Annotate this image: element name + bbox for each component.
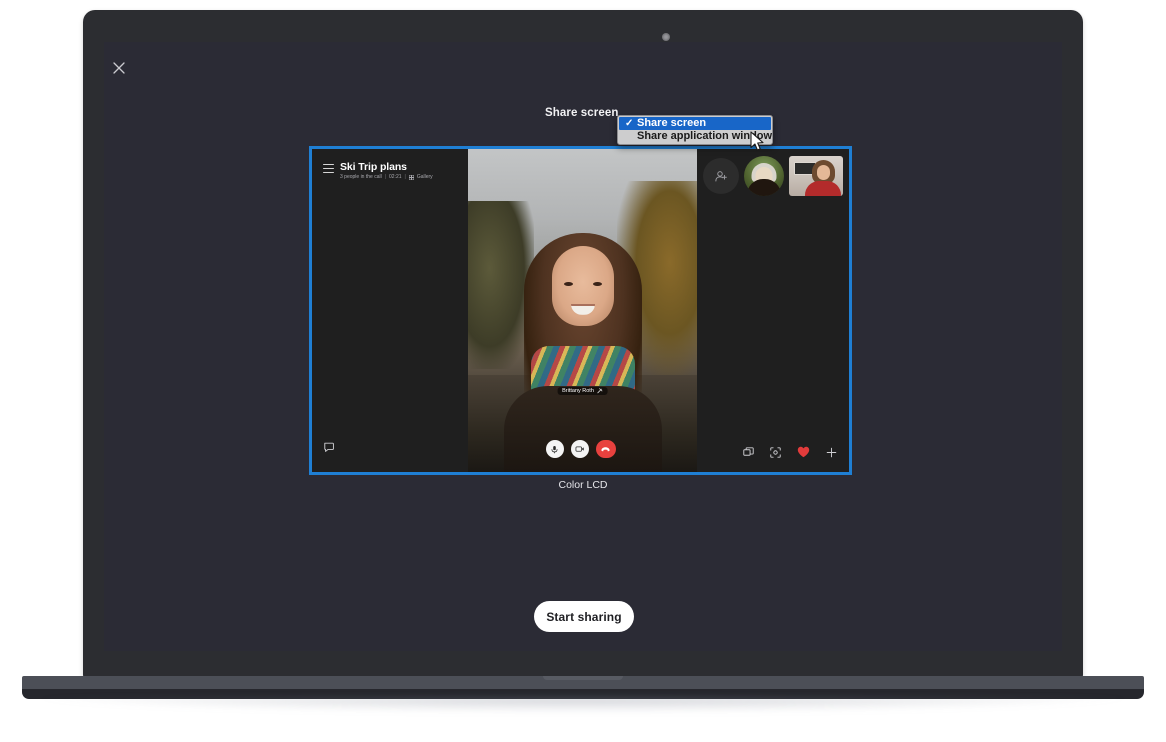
participant-video-tile[interactable] (789, 156, 843, 196)
speaker-name-chip: Brittany Roth (557, 387, 608, 395)
participants-strip (703, 156, 843, 196)
camera-button[interactable] (570, 440, 589, 458)
main-video-feed: Brittany Roth (468, 149, 697, 472)
laptop-base-notch (543, 676, 623, 680)
video-person-smile (570, 303, 595, 315)
add-person-icon (714, 170, 727, 181)
chat-bubble-icon (324, 442, 334, 452)
laptop-shadow (40, 697, 1126, 713)
laptop-screen: Share screen ✓ Share screen Share applic… (104, 42, 1062, 651)
share-source-dropdown[interactable]: ✓ Share screen Share application window (617, 115, 773, 145)
subtitle-separator: | (384, 174, 387, 180)
share-screen-label: Share screen (545, 107, 619, 119)
meeting-header: Ski Trip plans 3 people in the call | 02… (312, 149, 468, 187)
avatar-body (747, 179, 781, 196)
add-people-button[interactable] (703, 158, 739, 194)
secondary-controls-bar (743, 446, 837, 458)
subtitle-separator: | (404, 174, 406, 180)
heart-icon[interactable] (797, 446, 810, 458)
tile-person-body (805, 181, 841, 196)
participants-count-label: 3 people in the call (340, 174, 382, 180)
gallery-layout-icon (408, 174, 414, 180)
participant-avatar[interactable] (744, 156, 784, 196)
monitor-name-label: Color LCD (558, 479, 608, 491)
elapsed-time-label: 02:21 (389, 174, 402, 180)
plus-icon[interactable] (826, 447, 837, 458)
end-call-icon (601, 446, 610, 451)
hamburger-menu-icon[interactable] (323, 164, 334, 175)
meeting-subtitle: 3 people in the call | 02:21 | Gallery (340, 174, 433, 180)
meeting-title: Ski Trip plans (340, 161, 407, 173)
pin-icon (597, 388, 603, 394)
screenshot-root: Share screen ✓ Share screen Share applic… (0, 0, 1166, 742)
teams-meeting-preview: Brittany Roth Ski Trip plans 3 people in… (312, 149, 849, 472)
close-button[interactable] (109, 58, 129, 78)
end-call-button[interactable] (595, 440, 616, 458)
dropdown-option-share-screen[interactable]: ✓ Share screen (619, 117, 771, 130)
microphone-button[interactable] (545, 440, 564, 458)
webcam-dot-icon (662, 33, 670, 41)
call-controls-bar (545, 440, 616, 458)
video-person-eye-left (563, 281, 573, 286)
dropdown-option-label: Share application window (637, 130, 773, 142)
share-screen-icon[interactable] (743, 446, 754, 458)
dropdown-option-label: Share screen (637, 117, 707, 129)
chat-button[interactable] (324, 440, 335, 458)
video-person-eye-right (592, 281, 602, 286)
dropdown-option-share-application-window[interactable]: Share application window (619, 130, 773, 143)
close-icon (113, 62, 125, 74)
video-camera-icon (575, 446, 584, 452)
speaker-name-label: Brittany Roth (562, 388, 594, 394)
microphone-icon (551, 445, 558, 453)
focus-frame-icon[interactable] (770, 446, 781, 458)
screen-preview-thumbnail[interactable]: Brittany Roth Ski Trip plans 3 people in… (309, 146, 852, 475)
video-person-face (551, 245, 614, 326)
layout-mode-label: Gallery (416, 174, 433, 180)
checkmark-icon: ✓ (625, 118, 634, 129)
start-sharing-button[interactable]: Start sharing (534, 601, 634, 632)
tile-person-head (817, 165, 830, 180)
video-person-coat (503, 386, 662, 472)
